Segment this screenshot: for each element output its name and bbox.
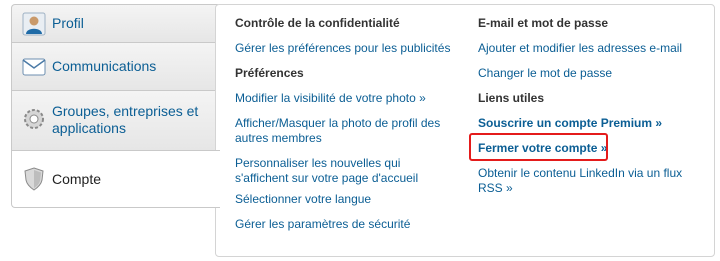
user-icon	[22, 12, 46, 36]
security-settings-link[interactable]: Gérer les paramètres de sécurité	[235, 217, 410, 232]
tab-compte[interactable]: Compte	[11, 150, 220, 208]
tab-label: Compte	[52, 171, 102, 187]
account-settings-tabs: Profil Communications Groupes, entrepris…	[11, 4, 220, 208]
close-account-highlight	[469, 133, 608, 161]
change-password-link[interactable]: Changer le mot de passe	[478, 66, 612, 81]
manage-email-addresses-link[interactable]: Ajouter et modifier les adresses e-mail	[478, 41, 682, 56]
section-heading: Préférences	[235, 66, 304, 80]
tab-label: Communications	[52, 58, 157, 74]
left-column: Contrôle de la confidentialité Gérer les…	[235, 0, 455, 261]
select-language-link[interactable]: Sélectionner votre langue	[235, 192, 371, 207]
gear-icon	[22, 107, 46, 131]
tab-communications[interactable]: Communications	[11, 42, 218, 90]
tab-profil[interactable]: Profil	[11, 4, 218, 42]
tab-label: Groupes, entreprises et applications	[52, 103, 199, 136]
right-column: E-mail et mot de passe Ajouter et modifi…	[478, 0, 688, 261]
rss-feed-link[interactable]: Obtenir le contenu LinkedIn via un flux …	[478, 166, 688, 196]
customize-updates-link[interactable]: Personnaliser les nouvelles qui s'affich…	[235, 156, 455, 186]
section-heading: Contrôle de la confidentialité	[235, 16, 400, 30]
tab-label: Profil	[52, 15, 84, 31]
envelope-icon	[22, 55, 46, 79]
shield-icon	[22, 167, 46, 191]
tab-groupes-entreprises-applications[interactable]: Groupes, entreprises et applications	[11, 90, 218, 150]
premium-upgrade-link[interactable]: Souscrire un compte Premium »	[478, 116, 662, 131]
section-heading: Liens utiles	[478, 91, 545, 105]
section-heading: E-mail et mot de passe	[478, 16, 609, 30]
photo-visibility-link[interactable]: Modifier la visibilité de votre photo »	[235, 91, 426, 106]
manage-ads-preferences-link[interactable]: Gérer les préférences pour les publicité…	[235, 41, 450, 56]
show-hide-profile-photos-link[interactable]: Afficher/Masquer la photo de profil des …	[235, 116, 450, 146]
